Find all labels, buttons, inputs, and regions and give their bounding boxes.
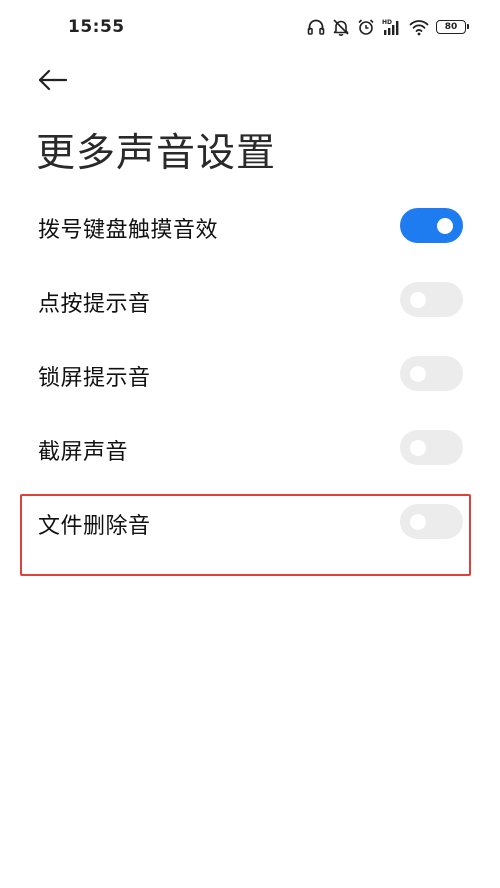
screen: 15:55 HD 80 更多声音设置 拨号键盘触摸音效 点按提示音 锁屏提示音 … <box>0 0 500 888</box>
status-time: 15:55 <box>68 17 125 37</box>
toggle-knob <box>410 365 426 382</box>
status-icons: HD 80 <box>307 16 469 38</box>
headphones-icon <box>307 18 325 36</box>
battery-icon: 80 <box>436 20 469 34</box>
status-bar: 15:55 HD 80 <box>0 0 500 56</box>
signal-icon: HD <box>382 18 402 36</box>
toggle-knob <box>437 217 453 234</box>
setting-row-tap-sound[interactable]: 点按提示音 <box>0 264 500 338</box>
back-button[interactable] <box>34 62 74 98</box>
setting-label: 拨号键盘触摸音效 <box>38 218 219 243</box>
setting-row-file-delete-sound[interactable]: 文件删除音 <box>0 486 500 560</box>
wifi-icon <box>409 18 429 36</box>
setting-row-screenshot-sound[interactable]: 截屏声音 <box>0 412 500 486</box>
file-delete-sound-toggle[interactable] <box>400 504 463 539</box>
setting-label: 截屏声音 <box>38 440 129 465</box>
setting-label: 锁屏提示音 <box>38 366 151 391</box>
dialpad-touch-sound-toggle[interactable] <box>400 208 463 243</box>
page-title: 更多声音设置 <box>36 131 277 176</box>
signal-hd-label: HD <box>382 19 392 26</box>
tap-sound-toggle[interactable] <box>400 282 463 317</box>
alarm-icon <box>357 18 375 36</box>
toggle-knob <box>410 513 426 530</box>
setting-row-dialpad-touch-sound[interactable]: 拨号键盘触摸音效 <box>0 190 500 264</box>
back-arrow-icon <box>38 69 68 91</box>
screenshot-sound-toggle[interactable] <box>400 430 463 465</box>
mute-bell-icon <box>332 18 350 36</box>
setting-row-lock-sound[interactable]: 锁屏提示音 <box>0 338 500 412</box>
toggle-knob <box>410 291 426 308</box>
toggle-knob <box>410 439 426 456</box>
lock-sound-toggle[interactable] <box>400 356 463 391</box>
setting-label: 点按提示音 <box>38 292 151 317</box>
setting-label: 文件删除音 <box>38 514 151 539</box>
